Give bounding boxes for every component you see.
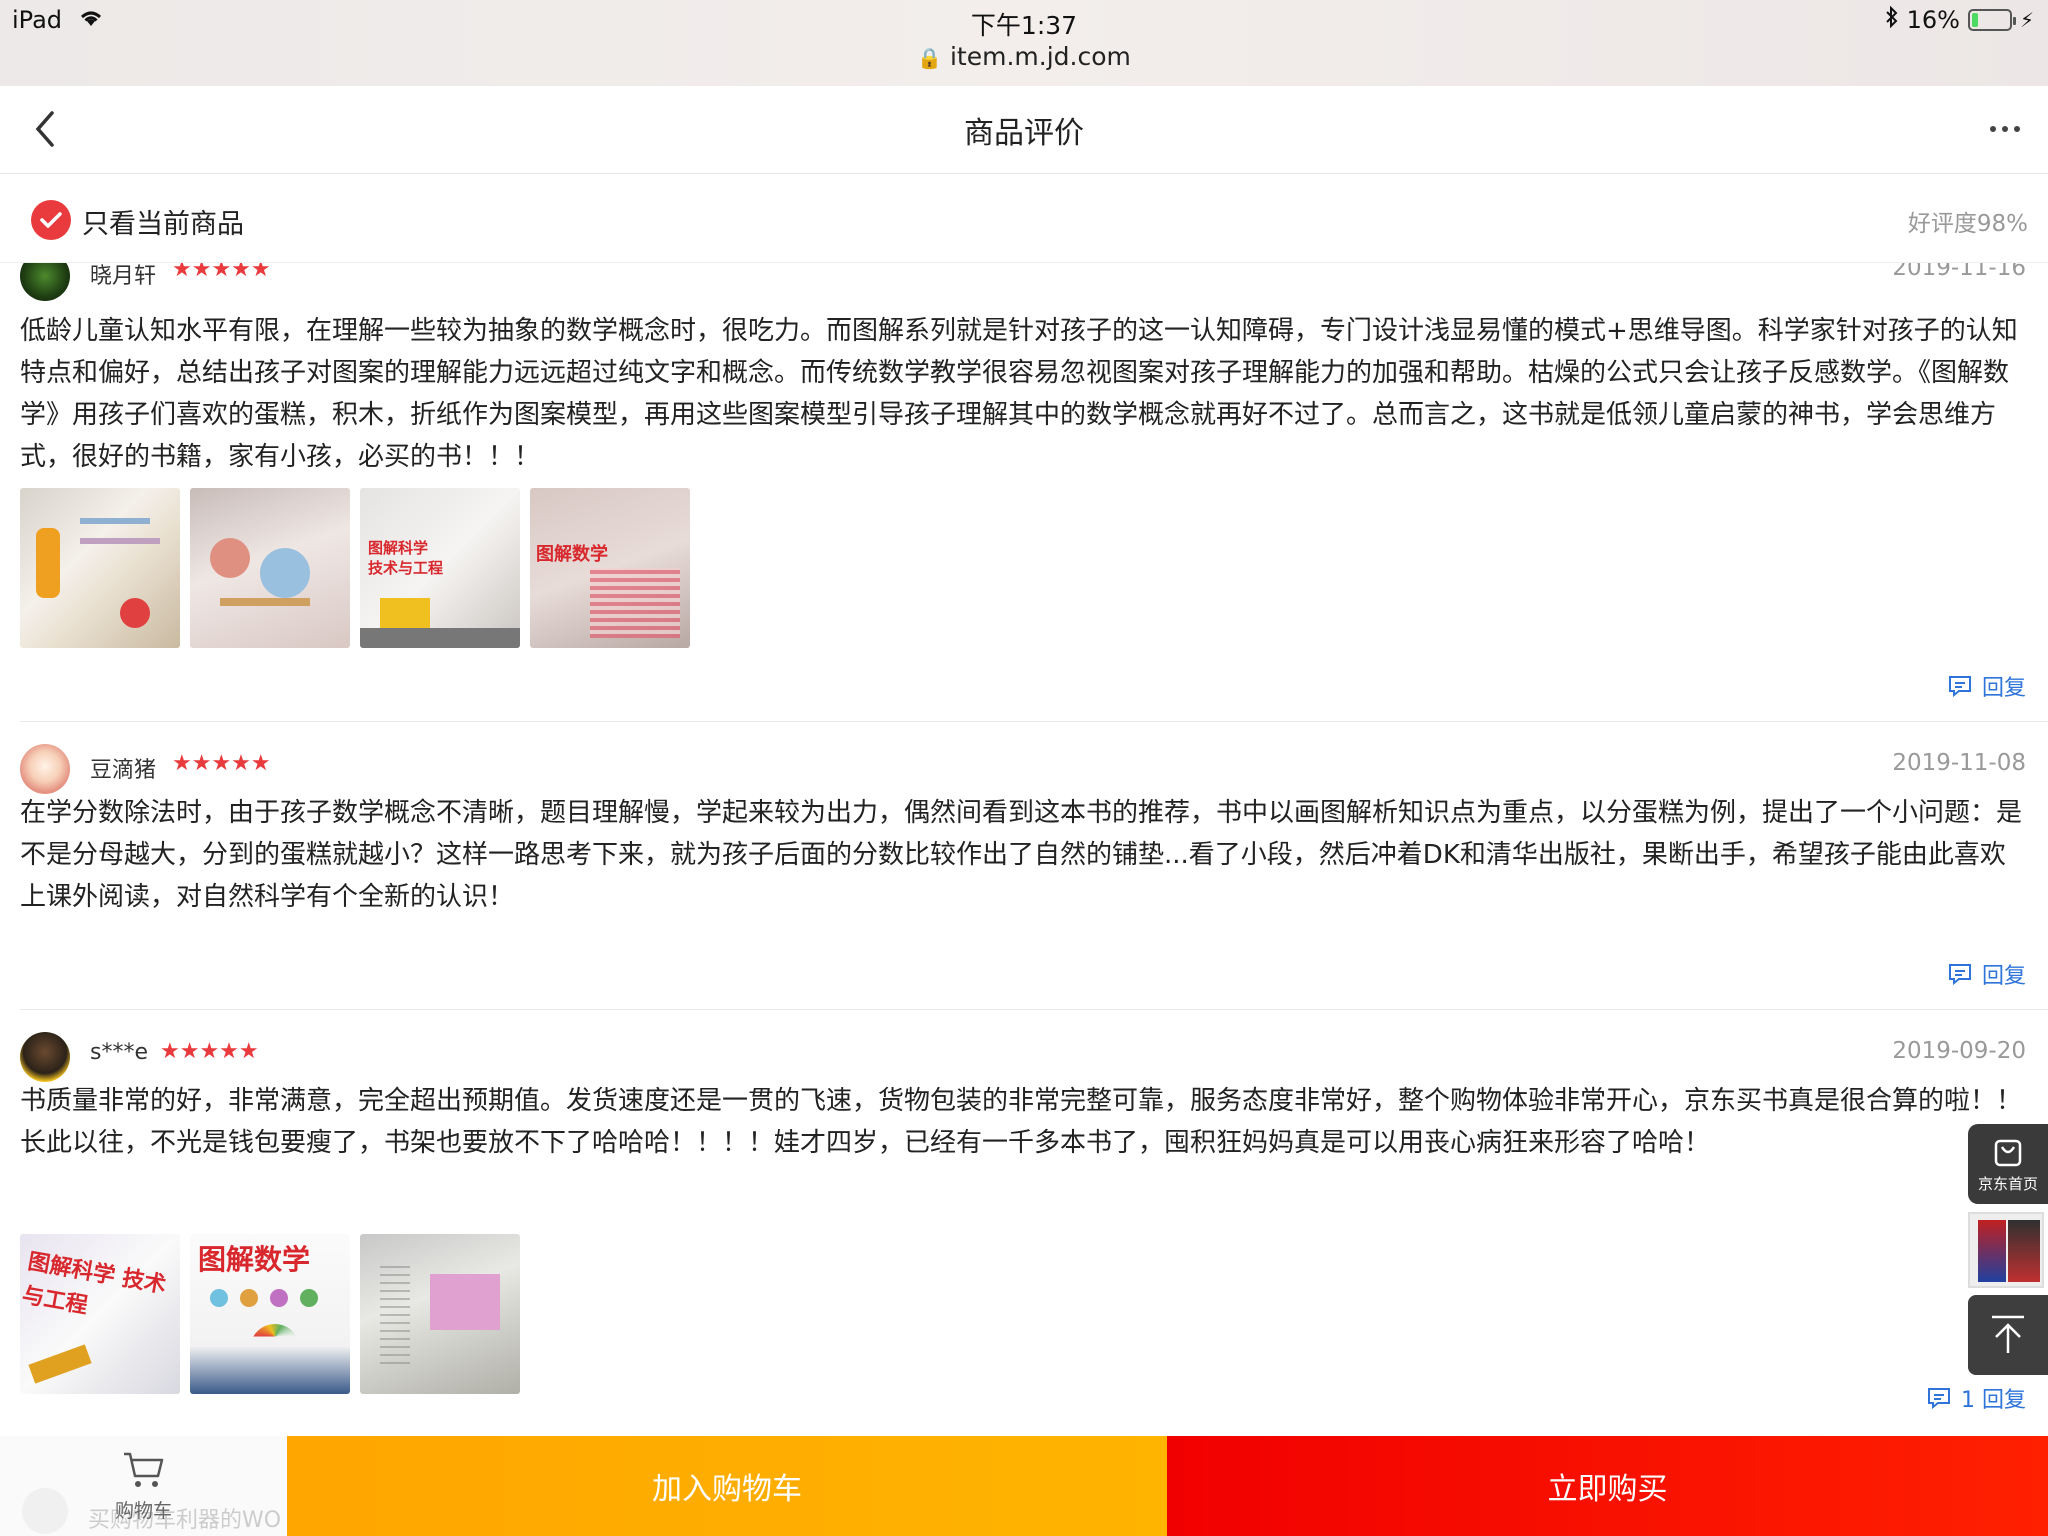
product-thumbnail[interactable] bbox=[1968, 1212, 2044, 1288]
divider bbox=[20, 1009, 2048, 1010]
reply-label: 1 回复 bbox=[1961, 1388, 2026, 1413]
url-bar[interactable]: 🔒 item.m.jd.com bbox=[0, 42, 2048, 71]
review-photo[interactable] bbox=[190, 488, 350, 648]
comment-icon bbox=[1928, 1388, 1950, 1409]
clock: 下午1:37 bbox=[970, 11, 1078, 40]
photo-book-title: 图解科学 技术与工程 bbox=[20, 1249, 168, 1319]
checkmark-icon bbox=[40, 212, 62, 228]
page-title: 商品评价 bbox=[964, 116, 1084, 151]
avatar bbox=[20, 1032, 70, 1082]
star-rating: ★★★★★ bbox=[160, 1039, 259, 1064]
bluetooth-icon bbox=[1885, 5, 1899, 34]
review-username: 豆滴猪 bbox=[90, 758, 157, 783]
review-username: s***e bbox=[90, 1040, 148, 1065]
good-rate: 好评度98% bbox=[1907, 211, 2028, 237]
review-photos: 图解科学 技术与工程 图解数学 bbox=[20, 488, 690, 648]
cart-icon bbox=[123, 1452, 163, 1487]
more-button[interactable] bbox=[1980, 104, 2030, 154]
nav-header: 商品评价 bbox=[0, 86, 2048, 174]
photo-book-title: 图解数学 bbox=[198, 1243, 311, 1276]
lock-icon: 🔒 bbox=[917, 46, 943, 70]
reply-button[interactable]: 1 回复 bbox=[1927, 1382, 2026, 1414]
review-date: 2019-11-08 bbox=[1892, 750, 2026, 776]
only-current-checkbox[interactable] bbox=[31, 200, 71, 240]
reply-button[interactable]: 回复 bbox=[1948, 670, 2026, 702]
back-to-top-button[interactable] bbox=[1968, 1295, 2048, 1375]
app-screen: iPad 下午1:37 🔒 item.m.jd.com 16% ⚡ 商品评价 晓… bbox=[0, 0, 2048, 1536]
status-bar: iPad 下午1:37 🔒 item.m.jd.com 16% ⚡ bbox=[0, 0, 2048, 86]
photo-book-title: 图解数学 bbox=[536, 544, 608, 565]
review-text: 书质量非常的好，非常满意，完全超出预期值。发货速度还是一贯的飞速，货物包装的非常… bbox=[20, 1086, 2023, 1158]
more-dot bbox=[1990, 126, 1996, 132]
review-date: 2019-09-20 bbox=[1892, 1038, 2026, 1064]
comment-icon bbox=[1948, 676, 1971, 697]
reply-label: 回复 bbox=[1981, 964, 2026, 989]
review-photo[interactable]: 图解数学 bbox=[190, 1234, 350, 1394]
review-text: 低龄儿童认知水平有限，在理解一些较为抽象的数学概念时，很吃力。而图解系列就是针对… bbox=[20, 316, 2018, 472]
reply-label: 回复 bbox=[1981, 676, 2026, 701]
review-photos: 图解科学 技术与工程 图解数学 bbox=[20, 1234, 520, 1394]
comment-icon bbox=[1948, 964, 1971, 985]
add-to-cart-button[interactable]: 加入购物车 bbox=[287, 1436, 1167, 1536]
review-photo[interactable]: 图解科学 技术与工程 bbox=[20, 1234, 180, 1394]
cart-tab[interactable]: 买购物车利器的WO 购物车 bbox=[0, 1436, 287, 1536]
jd-home-label: 京东首页 bbox=[1977, 1174, 2038, 1193]
jd-home-button[interactable]: 京东首页 bbox=[1968, 1124, 2048, 1204]
reply-button[interactable]: 回复 bbox=[1948, 958, 2026, 990]
arrow-up-icon bbox=[1992, 1315, 2024, 1353]
more-dot bbox=[2014, 126, 2020, 132]
battery-icon bbox=[1967, 9, 2016, 31]
battery-percent: 16% bbox=[1906, 6, 1960, 34]
more-dot bbox=[2002, 126, 2008, 132]
review-list[interactable]: 晓月轩 ★★★★★ 2019-11-16 低龄儿童认知水平有限，在理解一些较为抽… bbox=[0, 175, 2048, 1435]
divider bbox=[20, 721, 2048, 722]
review-photo[interactable] bbox=[360, 1234, 520, 1394]
star-rating: ★★★★★ bbox=[172, 751, 271, 776]
review-photo[interactable] bbox=[20, 488, 180, 648]
avatar bbox=[20, 744, 70, 794]
review-photo[interactable]: 图解数学 bbox=[530, 488, 690, 648]
bottom-action-bar: 买购物车利器的WO 购物车 加入购物车 立即购买 bbox=[0, 1436, 2048, 1536]
next-review-avatar bbox=[22, 1488, 68, 1534]
only-current-label[interactable]: 只看当前商品 bbox=[82, 202, 244, 241]
photo-book-title: 图解科学 技术与工程 bbox=[368, 539, 444, 577]
buy-now-button[interactable]: 立即购买 bbox=[1167, 1436, 2048, 1536]
shopping-bag-icon bbox=[1994, 1139, 2022, 1166]
review-text: 在学分数除法时，由于孩子数学概念不清晰，题目理解慢，学起来较为出力，偶然间看到这… bbox=[20, 798, 2023, 912]
charging-icon: ⚡ bbox=[2019, 8, 2034, 32]
review-photo[interactable]: 图解科学 技术与工程 bbox=[360, 488, 520, 648]
cart-label: 购物车 bbox=[114, 1499, 172, 1522]
url-text: item.m.jd.com bbox=[949, 42, 1131, 71]
filter-bar: 只看当前商品 好评度98% bbox=[0, 175, 2048, 263]
